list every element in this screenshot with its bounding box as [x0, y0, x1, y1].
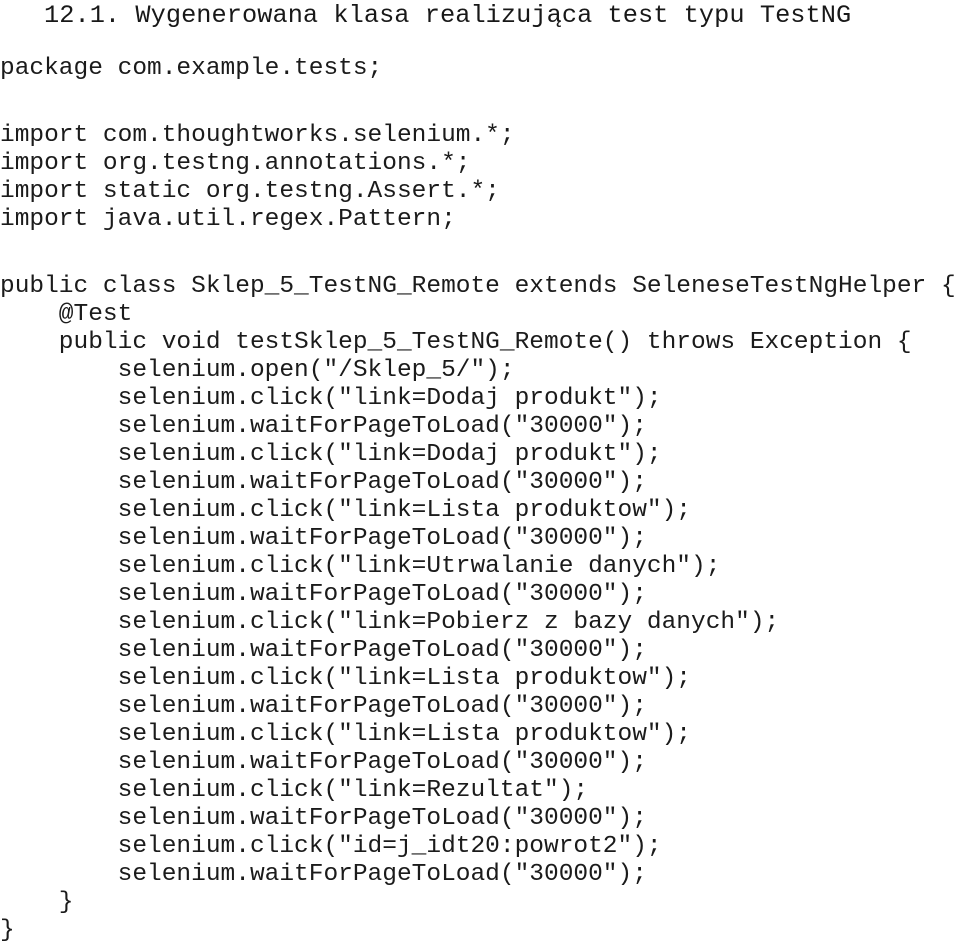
code-line-import-1: import org.testng.annotations.*; — [0, 150, 471, 177]
code-listing: package com.example.tests; import com.th… — [0, 55, 960, 945]
code-line-class-declaration: public class Sklep_5_TestNG_Remote exten… — [0, 273, 956, 300]
code-line-body-8: selenium.waitForPageToLoad("30000"); — [0, 581, 647, 608]
code-line-package: package com.example.tests; — [0, 55, 383, 82]
code-line-body-0: selenium.open("/Sklep_5/"); — [0, 357, 515, 384]
code-gap — [0, 111, 960, 122]
code-line-body-18: selenium.waitForPageToLoad("30000"); — [0, 861, 647, 888]
code-line-body-12: selenium.waitForPageToLoad("30000"); — [0, 693, 647, 720]
code-line-body-9: selenium.click("link=Pobierz z bazy dany… — [0, 609, 780, 636]
code-line-body-15: selenium.click("link=Rezultat"); — [0, 777, 589, 804]
code-line-body-6: selenium.waitForPageToLoad("30000"); — [0, 525, 647, 552]
code-line-body-7: selenium.click("link=Utrwalanie danych")… — [0, 553, 721, 580]
code-line-body-2: selenium.waitForPageToLoad("30000"); — [0, 413, 647, 440]
code-line-body-13: selenium.click("link=Lista produktow"); — [0, 721, 692, 748]
code-line-body-3: selenium.click("link=Dodaj produkt"); — [0, 441, 662, 468]
code-line-body-4: selenium.waitForPageToLoad("30000"); — [0, 469, 647, 496]
page-title: 12.1. Wygenerowana klasa realizująca tes… — [44, 1, 852, 30]
code-line-body-11: selenium.click("link=Lista produktow"); — [0, 665, 692, 692]
code-line-import-2: import static org.testng.Assert.*; — [0, 178, 500, 205]
code-line-class-close: } — [0, 917, 15, 944]
code-line-import-3: import java.util.regex.Pattern; — [0, 206, 456, 233]
code-line-body-17: selenium.click("id=j_idt20:powrot2"); — [0, 833, 662, 860]
code-line-body-14: selenium.waitForPageToLoad("30000"); — [0, 749, 647, 776]
code-line-body-16: selenium.waitForPageToLoad("30000"); — [0, 805, 647, 832]
code-line-import-0: import com.thoughtworks.selenium.*; — [0, 122, 515, 149]
code-gap — [0, 262, 960, 273]
code-line-method-close: } — [0, 889, 74, 916]
code-line-method-declaration: public void testSklep_5_TestNG_Remote() … — [0, 329, 912, 356]
code-line-body-1: selenium.click("link=Dodaj produkt"); — [0, 385, 662, 412]
code-line-body-10: selenium.waitForPageToLoad("30000"); — [0, 637, 647, 664]
code-line-body-5: selenium.click("link=Lista produktow"); — [0, 497, 692, 524]
code-line-annotation-test: @Test — [0, 301, 133, 328]
page-root: 12.1. Wygenerowana klasa realizująca tes… — [0, 0, 960, 944]
